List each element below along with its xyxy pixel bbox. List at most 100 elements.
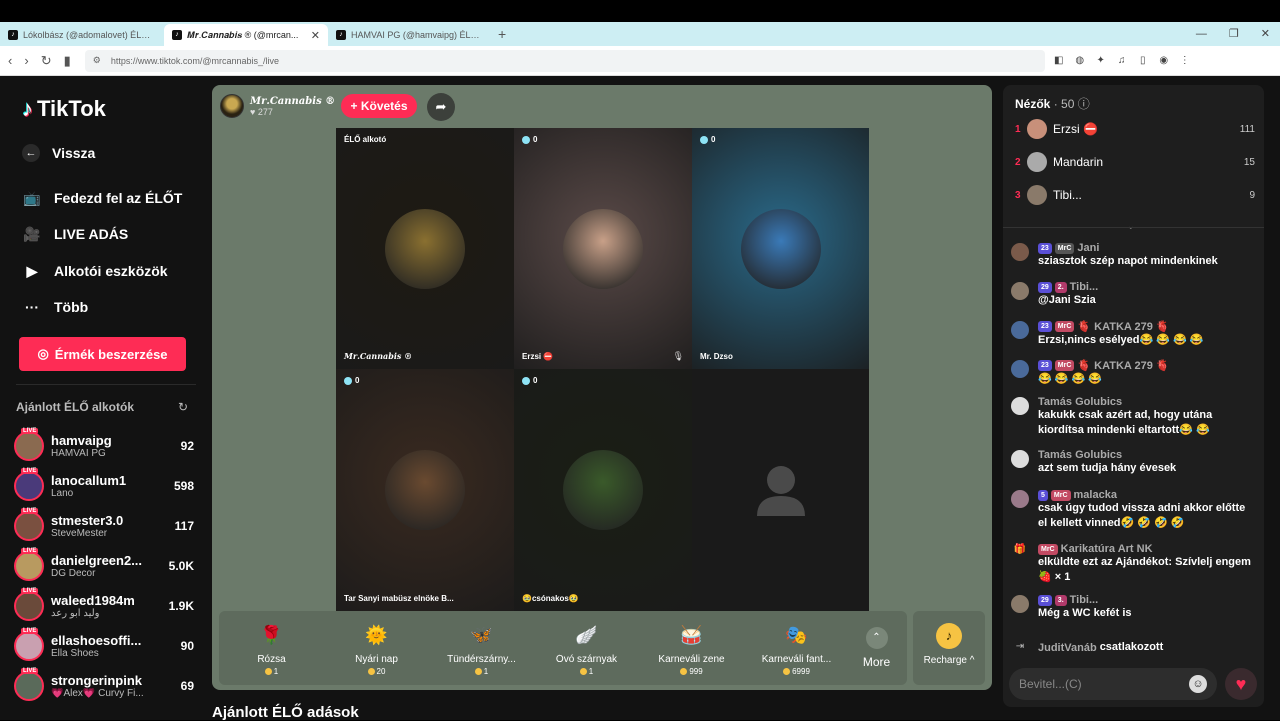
share-icon[interactable]: ➦ (427, 93, 455, 121)
gift-item[interactable]: 🦋 Tündérszárny... 1 (429, 620, 534, 677)
chat-message: ⇥ JuditVanáb csatlakozott (1011, 640, 1257, 659)
avatar[interactable] (1011, 321, 1029, 339)
browser-tab-3[interactable]: ♪ HAMVAI PG (@hamvaipg) ÉLŐ adás... (328, 24, 492, 46)
bookmark-icon[interactable]: ▮ (64, 53, 71, 69)
recommended-creator[interactable]: LIVE waleed1984m وليد ابو رعد 1.9K (14, 588, 194, 624)
chat-username[interactable]: Tibi... (1070, 594, 1099, 606)
avatar[interactable]: LIVE (14, 508, 44, 541)
guest-avatar[interactable] (385, 208, 465, 289)
chat-username[interactable]: malacka (1074, 489, 1117, 501)
top-viewer-row[interactable]: 1 Erzsi ⛔ 111 (1015, 116, 1255, 142)
tiktok-logo[interactable]: ♪ TikTok (22, 96, 106, 122)
url-field[interactable]: ⚙ https://www.tiktok.com/@mrcannabis_/liv… (84, 49, 1045, 72)
chat-username[interactable]: 🫀 KATKA 279 🫀 (1077, 320, 1169, 333)
gift-item[interactable]: 🌞 Nyári nap 20 (324, 620, 429, 677)
live-badge: LIVE (21, 468, 39, 474)
nav-creator-tools[interactable]: ▶ Alkotói eszközök (22, 261, 168, 281)
chat-username[interactable]: Tibi... (1070, 281, 1099, 293)
guest-cell[interactable]: 0 Tar Sanyi mabüsz elnöke B... (336, 369, 514, 611)
recommended-creator[interactable]: LIVE danielgreen2... DG Decor 5.0K (14, 548, 194, 584)
gift-item[interactable]: 🪽 Óvó szárnyak 1 (534, 620, 639, 677)
avatar[interactable]: LIVE (14, 428, 44, 461)
chat-username[interactable]: 🫀 KATKA 279 🫀 (1077, 359, 1169, 372)
sidebar-toggle-icon[interactable]: ▯ (1137, 55, 1149, 67)
back-arrow-icon[interactable]: ‹ (8, 53, 12, 69)
menu-icon[interactable]: ⋮ (1179, 55, 1191, 67)
chat-username[interactable]: Karikatúra Art NK (1061, 543, 1153, 555)
refresh-icon[interactable]: ↻ (178, 400, 188, 414)
site-info-icon[interactable]: ⚙ (93, 55, 101, 66)
reload-icon[interactable]: ↻ (41, 53, 52, 69)
help-icon[interactable]: ⓘ (1078, 97, 1090, 111)
guest-cell[interactable]: 0 Mr. Dzso (692, 128, 869, 369)
viewers-header[interactable]: Nézők · 50 ⓘ (1015, 95, 1090, 112)
minimize-button[interactable]: — (1196, 22, 1207, 46)
avatar[interactable] (1027, 152, 1047, 172)
avatar[interactable] (1011, 450, 1029, 468)
follow-button[interactable]: + Követés (341, 94, 417, 118)
guest-cell[interactable]: ÉLŐ alkotó 𝑴𝒓.𝑪𝒂𝒏𝒏𝒂𝒃𝒊𝒔 ® (336, 128, 514, 369)
chat-username[interactable]: Tamás Golubics (1038, 396, 1122, 408)
browser-tab-1[interactable]: ♪ Lókolbász (@adomalovet) ÉLŐ adás... (0, 24, 164, 46)
new-tab-button[interactable]: + (498, 26, 506, 42)
emoji-icon[interactable]: ☺ (1189, 675, 1207, 693)
gift-item[interactable]: 🌹 Rózsa 1 (219, 620, 324, 677)
guest-avatar[interactable] (563, 208, 643, 289)
host-info[interactable]: 𝑴𝒓.𝑪𝒂𝒏𝒏𝒂𝒃𝒊𝒔 ® ♥ 277 (220, 93, 335, 119)
recommended-creator[interactable]: LIVE lanocallum1 Lano 598 (14, 468, 194, 504)
recommended-creator[interactable]: LIVE ellashoesoffi... Ella Shoes 90 (14, 628, 194, 664)
avatar[interactable]: LIVE (14, 588, 44, 621)
nav-live-studio[interactable]: 🎥 LIVE ADÁS (22, 224, 128, 244)
avatar[interactable] (1011, 360, 1029, 378)
host-avatar[interactable] (220, 94, 244, 118)
recommended-creator[interactable]: LIVE stmester3.0 SteveMester 117 (14, 508, 194, 544)
avatar[interactable] (1027, 119, 1047, 139)
guest-avatar[interactable] (563, 450, 643, 530)
guest-cell[interactable]: 0 🥹csónakos🥹 (514, 369, 692, 611)
more-gifts-button[interactable]: ⌃ More (849, 627, 904, 669)
avatar[interactable] (1011, 397, 1029, 415)
chat-username[interactable]: Tamás Golubics (1038, 449, 1122, 461)
chat-username[interactable]: JuditVanáb (1038, 642, 1097, 654)
recommended-creator[interactable]: LIVE strongerinpink 💗Alex💗 Curvy Fi... 69 (14, 668, 194, 704)
forward-arrow-icon[interactable]: › (24, 53, 28, 69)
browser-tab-2[interactable]: ♪ 𝑴𝒓.𝑪𝒂𝒏𝒏𝒂𝒃𝒊𝒔 ® (@mrcan... ✕ (164, 24, 328, 46)
avatar[interactable]: LIVE (14, 548, 44, 581)
gift-item[interactable]: 🥁 Karneváli zene 999 (639, 620, 744, 677)
gift-item[interactable]: 🎭 Karneváli fant... 6999 (744, 620, 849, 677)
guest-cell[interactable] (692, 369, 869, 611)
avatar[interactable] (1011, 490, 1029, 508)
avatar[interactable]: LIVE (14, 468, 44, 501)
avatar[interactable] (1011, 595, 1029, 613)
guest-avatar[interactable] (385, 450, 465, 530)
top-viewer-row[interactable]: 2 Mandarin 15 (1015, 149, 1255, 175)
extension-icon[interactable]: ♫ (1116, 55, 1128, 67)
get-coins-button[interactable]: ◎ Érmék beszerzése (19, 337, 186, 371)
extension-icon[interactable]: ✦ (1095, 55, 1107, 67)
extension-icon[interactable]: ◧ (1053, 55, 1065, 67)
nav-more[interactable]: ··· Több (22, 297, 88, 317)
recommended-creator[interactable]: LIVE hamvaipg HAMVAI PG 92 (14, 428, 194, 464)
extension-icon[interactable]: ◍ (1074, 55, 1086, 67)
maximize-button[interactable]: ❐ (1229, 22, 1239, 46)
avatar[interactable] (1011, 282, 1029, 300)
guest-cell[interactable]: 0 Erzsi ⛔ 🎙 (514, 128, 692, 369)
like-heart-button[interactable]: ♥ (1225, 668, 1257, 700)
chat-input[interactable]: Bevitel...(C) ☺ (1009, 668, 1217, 700)
close-tab-icon[interactable]: ✕ (311, 29, 320, 42)
guest-avatar[interactable] (740, 208, 821, 289)
avatar[interactable]: LIVE (14, 668, 44, 701)
close-window-button[interactable]: ✕ (1261, 22, 1270, 46)
gift-price: 1 (219, 667, 324, 676)
avatar[interactable]: LIVE (14, 628, 44, 661)
avatar[interactable] (1027, 185, 1047, 205)
chat-text: csatlakozott (1099, 641, 1164, 653)
nav-explore-live[interactable]: 📺 Fedezd fel az ÉLŐT (22, 188, 182, 208)
avatar[interactable] (1011, 243, 1029, 261)
guest-tag: 0 (522, 376, 537, 385)
top-viewer-row[interactable]: 3 Tibi... 9 (1015, 182, 1255, 208)
profile-icon[interactable]: ◉ (1158, 55, 1170, 67)
back-button[interactable]: ← Vissza (22, 144, 95, 162)
recharge-button[interactable]: ♪ Recharge ^ (913, 611, 985, 685)
chat-username[interactable]: Jani (1077, 242, 1099, 254)
